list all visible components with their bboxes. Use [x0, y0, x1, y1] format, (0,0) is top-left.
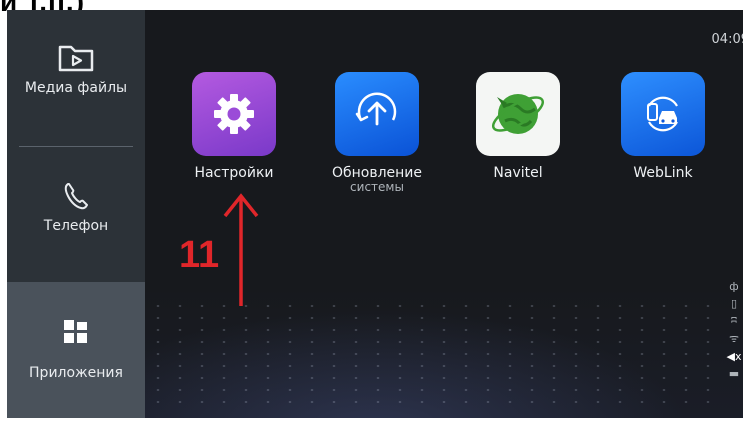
app-label: Настройки — [194, 165, 274, 181]
app-navitel[interactable]: Navitel — [463, 72, 573, 181]
sidebar-item-label: Телефон — [43, 218, 109, 234]
gear-icon — [214, 94, 254, 134]
sidebar-item-phone[interactable]: Телефон — [7, 180, 145, 290]
update-icon — [355, 92, 397, 126]
sidebar-item-label: Медиа файлы — [24, 80, 128, 96]
status-icons: ф ▯ ʭ ᯤ ◀x ▬ — [725, 280, 743, 380]
app-tile[interactable] — [621, 72, 705, 156]
sidebar-item-apps[interactable]: Приложения — [7, 282, 145, 418]
weblink-car-icon — [647, 96, 678, 132]
bluetooth-icon: ʭ — [731, 314, 737, 327]
app-tile[interactable] — [192, 72, 276, 156]
app-weblink[interactable]: WebLink — [608, 72, 718, 181]
apps-grid-icon — [64, 320, 87, 343]
annotation-number: 11 — [179, 234, 220, 276]
app-tile[interactable] — [476, 72, 560, 156]
sidebar-item-label: Приложения — [29, 365, 123, 381]
app-label: Navitel — [493, 165, 543, 181]
app-tile[interactable] — [335, 72, 419, 156]
sidebar-divider — [19, 146, 133, 147]
phone-icon — [64, 183, 88, 210]
app-label: Обновление — [331, 165, 423, 181]
app-system-update[interactable]: Обновление системы — [322, 72, 432, 193]
background-dot-grid — [147, 300, 723, 410]
mute-icon: ◀x — [726, 350, 742, 363]
app-label: WebLink — [633, 165, 693, 181]
clock: 04:09 — [711, 32, 743, 47]
media-folder-icon — [58, 45, 94, 72]
app-label-line2: системы — [350, 180, 404, 194]
app-settings[interactable]: Настройки — [179, 72, 289, 181]
usb-icon: ф — [729, 280, 739, 293]
sidebar: Медиа файлы Телефон Приложения — [7, 10, 145, 418]
sidebar-item-media-files[interactable]: Медиа файлы — [7, 40, 145, 150]
annotation-arrow — [223, 193, 259, 306]
head-unit-screen: Медиа файлы Телефон Приложения 04:09 — [7, 10, 743, 418]
sd-card-icon: ▯ — [730, 297, 738, 310]
signal-icon: ᯤ — [728, 332, 740, 345]
battery-icon: ▬ — [728, 367, 740, 380]
navitel-globe-icon — [491, 94, 545, 134]
